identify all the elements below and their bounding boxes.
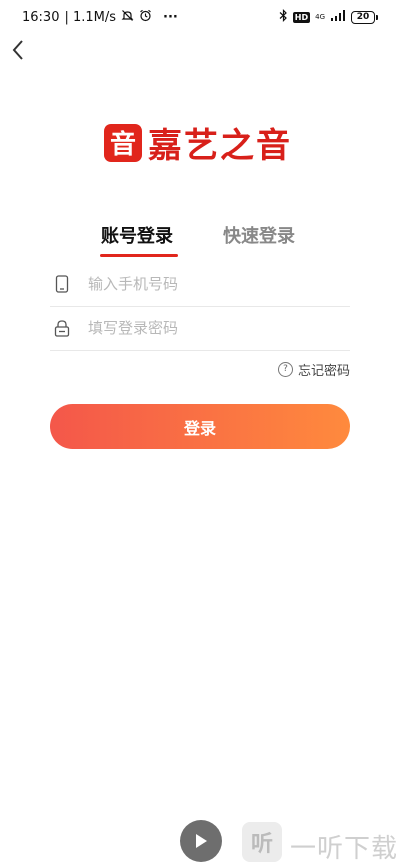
login-tabs: 账号登录 快速登录	[0, 222, 400, 262]
hd-badge: HD	[292, 11, 311, 23]
battery-level: 20	[351, 10, 375, 24]
watermark-logo: 听	[242, 822, 282, 862]
app-logo: 音 嘉艺之音	[104, 118, 292, 167]
phone-input[interactable]	[86, 274, 330, 294]
tab-quick-login[interactable]: 快速登录	[223, 222, 295, 248]
tab-account-login[interactable]: 账号登录	[101, 222, 173, 248]
bluetooth-icon	[279, 9, 288, 25]
status-right: HD 4G 20	[279, 9, 378, 25]
login-button[interactable]: 登录	[50, 404, 350, 449]
password-input[interactable]	[86, 318, 330, 338]
chevron-left-icon	[12, 40, 23, 60]
signal-icon	[330, 10, 346, 24]
app-name: 嘉艺之音	[148, 126, 292, 166]
alarm-icon	[139, 9, 152, 26]
status-time: 16:30	[22, 10, 60, 25]
question-icon: ?	[277, 362, 293, 377]
forgot-password-label: 忘记密码	[297, 364, 350, 379]
phone-icon	[50, 272, 74, 296]
status-bar: 16:30 | 1.1M/s ··· HD 4G 20	[0, 0, 400, 34]
back-button[interactable]	[6, 36, 30, 64]
play-icon	[196, 834, 207, 848]
forgot-password-link[interactable]: ? 忘记密码	[277, 360, 350, 379]
logo-mark: 音	[104, 123, 142, 162]
battery-icon: 20	[351, 10, 378, 24]
status-left: 16:30 | 1.1M/s ···	[22, 9, 178, 26]
phone-field	[50, 262, 350, 307]
active-tab-indicator	[100, 254, 178, 257]
play-button[interactable]	[180, 820, 222, 862]
network-type: 4G	[315, 13, 325, 21]
lock-icon	[50, 316, 74, 340]
password-field	[50, 306, 350, 351]
more-notifications-icon: ···	[163, 10, 178, 25]
watermark-text: 一听下载	[290, 834, 399, 864]
status-network-speed: | 1.1M/s	[64, 10, 117, 25]
mute-icon	[121, 9, 134, 26]
